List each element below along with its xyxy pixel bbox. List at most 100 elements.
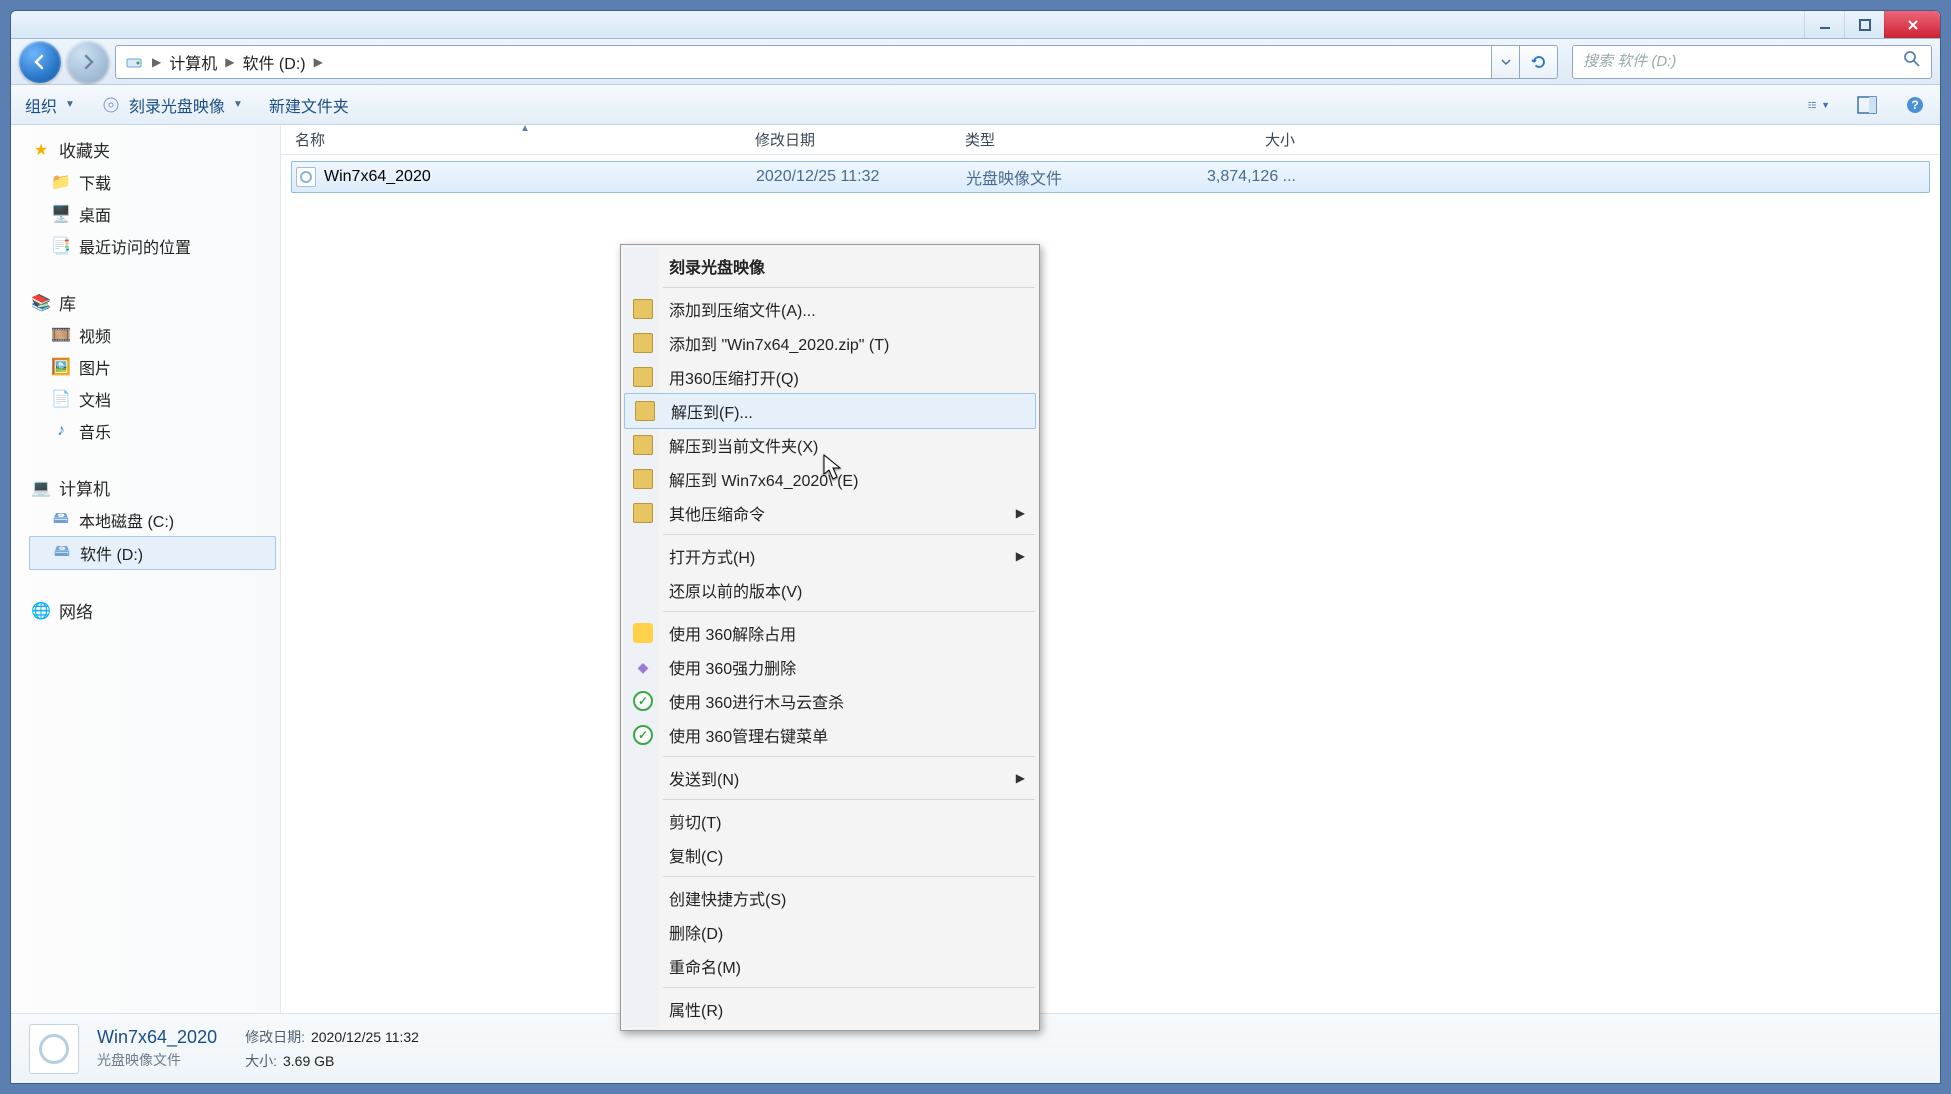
preview-pane-button[interactable] [1856,94,1878,116]
new-folder-button[interactable]: 新建文件夹 [269,93,349,117]
archive-icon [633,333,653,353]
details-size: 大小:3.69 GB [245,1051,419,1071]
archive-icon [633,435,653,455]
cm-delete[interactable]: 删除(D) [623,915,1037,949]
document-icon: 📄 [51,389,71,409]
network-group[interactable]: 🌐 网络 [29,594,276,627]
network-label: 网络 [59,598,93,623]
cm-add-to-zip[interactable]: 添加到 "Win7x64_2020.zip" (T) [623,326,1037,360]
cm-burn-image[interactable]: 刻录光盘映像 [623,249,1037,283]
cm-other-compress[interactable]: 其他压缩命令▶ [623,496,1037,530]
burn-image-button[interactable]: 刻录光盘映像▼ [101,93,243,117]
cm-properties[interactable]: 属性(R) [623,992,1037,1026]
file-type: 光盘映像文件 [966,165,1176,189]
cm-add-to-archive[interactable]: 添加到压缩文件(A)... [623,292,1037,326]
column-type[interactable]: 类型 [965,129,1175,150]
favorites-label: 收藏夹 [59,137,110,162]
close-button[interactable] [1884,11,1940,38]
cm-extract-here[interactable]: 解压到当前文件夹(X) [623,428,1037,462]
back-button[interactable] [19,41,61,83]
sidebar-downloads[interactable]: 📁下载 [29,166,276,198]
computer-label: 计算机 [59,475,110,500]
sidebar-videos[interactable]: 🎞️视频 [29,319,276,351]
column-headers: 名称▲ 修改日期 类型 大小 [281,125,1940,155]
cm-open-with-360zip[interactable]: 用360压缩打开(Q) [623,360,1037,394]
sidebar-music[interactable]: ♪音乐 [29,415,276,447]
breadcrumb-computer[interactable]: 计算机 [169,50,217,74]
command-bar: 组织▼ 刻录光盘映像▼ 新建文件夹 ▼ ? [11,85,1940,125]
cm-360-force-delete[interactable]: ◆使用 360强力删除 [623,650,1037,684]
file-row[interactable]: Win7x64_2020 2020/12/25 11:32 光盘映像文件 3,8… [291,161,1930,193]
security-icon [633,623,653,643]
folder-icon: 📁 [51,172,71,192]
organize-menu[interactable]: 组织▼ [25,93,75,117]
address-dropdown[interactable] [1492,45,1520,79]
column-name[interactable]: 名称▲ [295,129,755,150]
sidebar-recent[interactable]: 📑最近访问的位置 [29,230,276,262]
forward-button[interactable] [67,41,109,83]
network-icon: 🌐 [31,601,51,621]
computer-group[interactable]: 💻 计算机 [29,471,276,504]
recent-icon: 📑 [51,236,71,256]
cm-open-with[interactable]: 打开方式(H)▶ [623,539,1037,573]
column-date[interactable]: 修改日期 [755,129,965,150]
sort-indicator-icon: ▲ [520,125,530,134]
drive-icon: 🖴 [52,543,72,563]
sidebar-documents[interactable]: 📄文档 [29,383,276,415]
cm-extract-to[interactable]: 解压到(F)... [624,393,1036,429]
details-name: Win7x64_2020 [97,1027,217,1048]
maximize-button[interactable] [1844,11,1884,38]
new-folder-label: 新建文件夹 [269,93,349,117]
help-button[interactable]: ? [1904,94,1926,116]
submenu-arrow-icon: ▶ [1016,549,1025,563]
cm-send-to[interactable]: 发送到(N)▶ [623,761,1037,795]
minimize-button[interactable] [1804,11,1844,38]
security-icon: ✓ [633,725,653,745]
sidebar-drive-c[interactable]: 🖴本地磁盘 (C:) [29,504,276,536]
cm-360-cloud-scan[interactable]: ✓使用 360进行木马云查杀 [623,684,1037,718]
sidebar-drive-d[interactable]: 🖴软件 (D:) [29,536,276,570]
submenu-arrow-icon: ▶ [1016,771,1025,785]
cm-360-unlock[interactable]: 使用 360解除占用 [623,616,1037,650]
cm-create-shortcut[interactable]: 创建快捷方式(S) [623,881,1037,915]
sidebar-pictures[interactable]: 🖼️图片 [29,351,276,383]
sidebar-desktop[interactable]: 🖥️桌面 [29,198,276,230]
context-menu: 刻录光盘映像 添加到压缩文件(A)... 添加到 "Win7x64_2020.z… [620,244,1040,1031]
drive-icon: 🖴 [51,510,71,530]
file-thumbnail [29,1024,79,1074]
search-box[interactable] [1572,45,1932,79]
libraries-group[interactable]: 📚 库 [29,286,276,319]
column-size[interactable]: 大小 [1175,129,1315,150]
address-bar[interactable]: ▶ 计算机 ▶ 软件 (D:) ▶ [115,45,1492,79]
cm-restore-versions[interactable]: 还原以前的版本(V) [623,573,1037,607]
video-icon: 🎞️ [51,325,71,345]
library-icon: 📚 [31,293,51,313]
search-icon [1903,50,1921,73]
drive-icon [124,52,144,72]
archive-icon [633,503,653,523]
archive-icon [633,469,653,489]
refresh-button[interactable] [1520,45,1558,79]
file-size: 3,874,126 ... [1176,168,1316,186]
file-list-area: 名称▲ 修改日期 类型 大小 Win7x64_2020 2020/12/25 1… [281,125,1940,1013]
music-icon: ♪ [51,421,71,441]
navigation-bar: ▶ 计算机 ▶ 软件 (D:) ▶ [11,39,1940,85]
file-date: 2020/12/25 11:32 [756,168,966,186]
breadcrumb-current[interactable]: 软件 (D:) [242,50,305,74]
burn-label: 刻录光盘映像 [129,93,225,117]
search-input[interactable] [1583,53,1903,70]
breadcrumb-separator: ▶ [314,55,323,69]
cm-extract-to-folder[interactable]: 解压到 Win7x64_2020\ (E) [623,462,1037,496]
cm-360-manage-menu[interactable]: ✓使用 360管理右键菜单 [623,718,1037,752]
picture-icon: 🖼️ [51,357,71,377]
cm-rename[interactable]: 重命名(M) [623,949,1037,983]
cm-cut[interactable]: 剪切(T) [623,804,1037,838]
view-options-button[interactable]: ▼ [1808,94,1830,116]
iso-file-icon [296,167,316,187]
cm-copy[interactable]: 复制(C) [623,838,1037,872]
security-icon: ◆ [633,657,653,677]
star-icon: ★ [31,140,51,160]
archive-icon [635,401,655,421]
favorites-group[interactable]: ★ 收藏夹 [29,133,276,166]
archive-icon [633,367,653,387]
